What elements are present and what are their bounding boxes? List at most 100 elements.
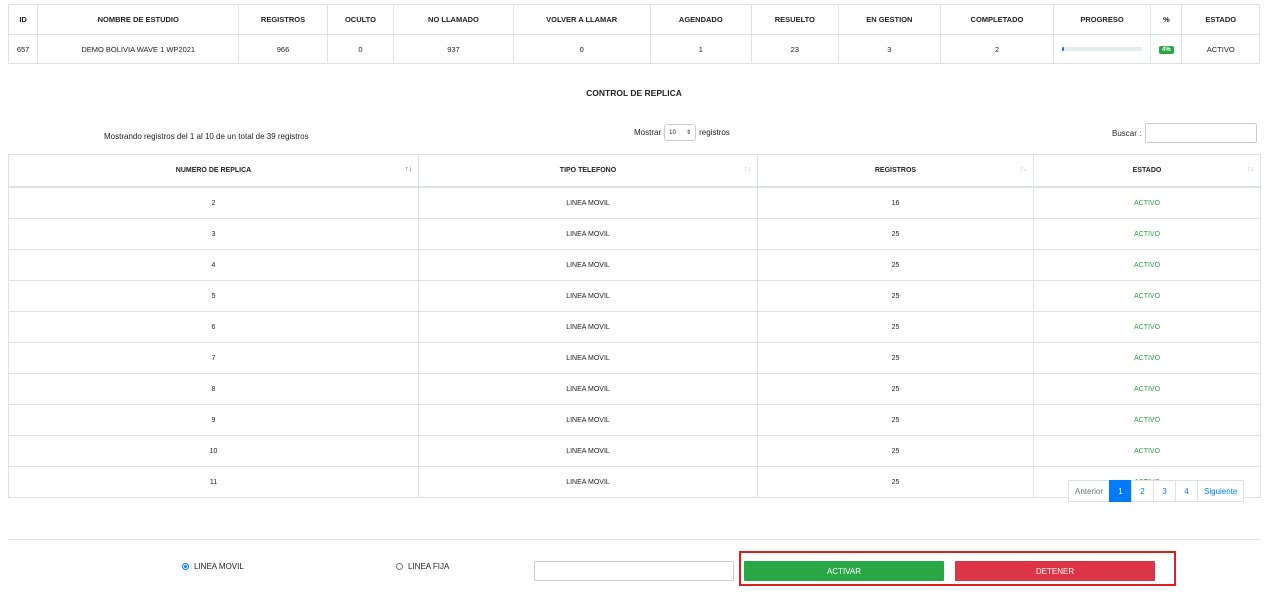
cell-registros: 25 <box>757 373 1034 405</box>
pagination: Anterior 1 2 3 4 Siguiente <box>1068 480 1245 502</box>
cell-tipo-telefono: LINEA MOVIL <box>418 466 758 498</box>
radio-unchecked-icon[interactable] <box>396 563 403 570</box>
col-en-gestion: EN GESTION <box>837 4 942 35</box>
table-row: 3 LINEA MOVIL 25 ACTIVO <box>8 218 1261 250</box>
cell-estado: ACTIVO <box>1033 186 1261 219</box>
col-id: ID <box>7 4 39 35</box>
search-label: Buscar : <box>1112 128 1142 138</box>
sort-icon: ↑↓ <box>1247 166 1254 173</box>
cell-estado: ACTIVO <box>1181 34 1260 64</box>
pagination-page-1[interactable]: 1 <box>1109 480 1133 502</box>
col-completado: COMPLETADO <box>940 4 1054 35</box>
cell-numero-replica: 4 <box>8 249 419 281</box>
cell-numero-replica: 11 <box>8 466 419 498</box>
cell-registros: 25 <box>757 280 1034 312</box>
table-row: 5 LINEA MOVIL 25 ACTIVO <box>8 280 1261 312</box>
col-numero-replica[interactable]: NUMERO DE REPLICA ↑↓ <box>8 154 419 188</box>
activar-button[interactable]: ACTIVAR <box>744 561 944 581</box>
table-row: 8 LINEA MOVIL 25 ACTIVO <box>8 373 1261 405</box>
study-row: 657 DEMO BOLIVIA WAVE 1 WP2021 966 0 937… <box>7 34 1260 64</box>
cell-tipo-telefono: LINEA MOVIL <box>418 218 758 250</box>
pagination-page-3[interactable]: 3 <box>1153 480 1177 502</box>
col-percent: % <box>1150 4 1183 35</box>
table-info: Mostrando registros del 1 al 10 de un to… <box>104 132 309 141</box>
cell-estado: ACTIVO <box>1033 404 1261 436</box>
col-tipo-telefono[interactable]: TIPO TELEFONO ↑↓ <box>418 154 758 188</box>
quantity-input[interactable] <box>534 561 734 581</box>
cell-numero-replica: 2 <box>8 186 419 219</box>
cell-no-llamado: 937 <box>393 34 514 64</box>
select-arrows-icon: ⇕ <box>686 130 692 136</box>
length-select[interactable]: 10 ⇕ <box>664 124 697 141</box>
col-agendado: AGENDADO <box>649 4 753 35</box>
cell-agendado: 1 <box>649 34 753 64</box>
cell-numero-replica: 8 <box>8 373 419 405</box>
cell-estado: ACTIVO <box>1033 373 1261 405</box>
col-tipo-telefono-label: TIPO TELEFONO <box>559 167 617 174</box>
col-progreso: PROGRESO <box>1052 4 1152 35</box>
cell-oculto: 0 <box>326 34 395 64</box>
col-registros: REGISTROS <box>238 4 328 35</box>
cell-estado: ACTIVO <box>1033 435 1261 467</box>
cell-registros: 25 <box>757 218 1034 250</box>
length-control: Mostrar 10 ⇕ registros <box>634 124 730 141</box>
pagination-prev[interactable]: Anterior <box>1068 480 1111 502</box>
radio-linea-fija[interactable]: LINEA FIJA <box>396 562 449 571</box>
cell-tipo-telefono: LINEA MOVIL <box>418 186 758 219</box>
cell-tipo-telefono: LINEA MOVIL <box>418 280 758 312</box>
cell-tipo-telefono: LINEA MOVIL <box>418 249 758 281</box>
col-no-llamado: NO LLAMADO <box>393 4 514 35</box>
cell-registros: 25 <box>757 466 1034 498</box>
table-row: 6 LINEA MOVIL 25 ACTIVO <box>8 311 1261 343</box>
radio-checked-icon[interactable] <box>182 563 189 570</box>
radio-linea-movil[interactable]: LINEA MOVIL <box>182 562 244 571</box>
col-replica-registros[interactable]: REGISTROS ↑↓ <box>757 154 1034 188</box>
cell-estado: ACTIVO <box>1033 249 1261 281</box>
cell-registros: 25 <box>757 404 1034 436</box>
radio-linea-fija-label: LINEA FIJA <box>408 562 450 571</box>
detener-button[interactable]: DETENER <box>955 561 1155 581</box>
length-select-value: 10 <box>669 129 676 136</box>
table-row: 2 LINEA MOVIL 16 ACTIVO <box>8 186 1261 219</box>
col-replica-registros-label: REGISTROS <box>874 167 917 174</box>
search-control: Buscar : <box>1112 123 1258 143</box>
col-resuelto: RESUELTO <box>751 4 839 35</box>
cell-percent: 4% <box>1150 34 1183 64</box>
pagination-page-2[interactable]: 2 <box>1131 480 1155 502</box>
cell-tipo-telefono: LINEA MOVIL <box>418 311 758 343</box>
cell-registros: 25 <box>757 342 1034 374</box>
cell-tipo-telefono: LINEA MOVIL <box>418 342 758 374</box>
replica-table: NUMERO DE REPLICA ↑↓ TIPO TELEFONO ↑↓ REGI… <box>8 154 1261 498</box>
col-estado: ESTADO <box>1181 4 1260 35</box>
cell-numero-replica: 3 <box>8 218 419 250</box>
col-replica-estado[interactable]: ESTADO ↑↓ <box>1033 154 1261 188</box>
percent-badge: 4% <box>1159 46 1174 54</box>
cell-completado: 2 <box>940 34 1054 64</box>
progress-bar <box>1062 47 1143 51</box>
study-header-row: ID NOMBRE DE ESTUDIO REGISTROS OCULTO NO… <box>7 4 1260 35</box>
length-prefix: Mostrar <box>634 128 662 137</box>
section-title: CONTROL DE REPLICA <box>586 88 682 98</box>
col-oculto: OCULTO <box>326 4 395 35</box>
col-replica-estado-label: ESTADO <box>1132 167 1162 174</box>
pagination-next[interactable]: Siguiente <box>1197 480 1245 502</box>
pagination-page-4[interactable]: 4 <box>1175 480 1199 502</box>
cell-estado: ACTIVO <box>1033 280 1261 312</box>
replica-header-row: NUMERO DE REPLICA ↑↓ TIPO TELEFONO ↑↓ REGI… <box>8 154 1261 188</box>
cell-registros: 25 <box>757 435 1034 467</box>
radio-linea-movil-label: LINEA MOVIL <box>194 562 244 571</box>
col-numero-replica-label: NUMERO DE REPLICA <box>175 167 252 174</box>
cell-estado: ACTIVO <box>1033 311 1261 343</box>
cell-id: 657 <box>7 34 39 64</box>
search-input[interactable] <box>1145 123 1258 143</box>
sort-icon: ↑↓ <box>744 166 751 173</box>
cell-progreso <box>1052 34 1152 64</box>
col-nombre-estudio: NOMBRE DE ESTUDIO <box>37 4 240 35</box>
length-suffix: registros <box>699 128 730 137</box>
cell-estado: ACTIVO <box>1033 342 1261 374</box>
sort-asc-icon: ↑↓ <box>405 166 412 173</box>
cell-numero-replica: 6 <box>8 311 419 343</box>
cell-nombre: DEMO BOLIVIA WAVE 1 WP2021 <box>37 34 240 64</box>
cell-tipo-telefono: LINEA MOVIL <box>418 373 758 405</box>
cell-tipo-telefono: LINEA MOVIL <box>418 435 758 467</box>
